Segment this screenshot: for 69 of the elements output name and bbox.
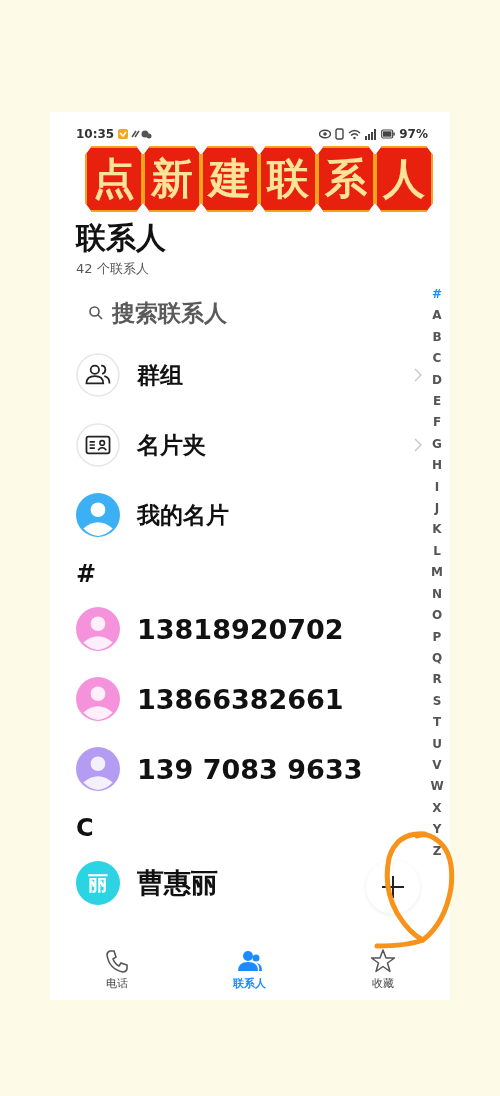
index-letter[interactable]: Q [431, 647, 443, 670]
wifi-icon [348, 128, 362, 140]
battery-icon [381, 128, 396, 140]
shortcut-label: 名片夹 [137, 430, 207, 460]
status-time: 10:35 [76, 127, 115, 141]
contact-name: 13818920702 [137, 613, 344, 645]
avatar-icon [76, 493, 120, 537]
index-letter[interactable]: B [432, 326, 442, 349]
shortcut-label: 群组 [137, 360, 184, 390]
shortcut-row[interactable]: 群组 [76, 340, 424, 410]
index-letter[interactable]: P [432, 626, 442, 648]
index-letter[interactable]: E [432, 391, 442, 413]
contact-name: 139 7083 9633 [137, 753, 363, 785]
index-letter[interactable]: A [432, 305, 442, 327]
banner-tile: 联 [259, 146, 317, 212]
index-letter[interactable]: J [434, 498, 440, 520]
index-letter[interactable]: M [431, 562, 443, 584]
contact-row[interactable]: 丽 曹惠丽 [76, 848, 424, 918]
signal-icon [365, 128, 378, 140]
banner-tile: 人 [375, 146, 433, 212]
shortcut-row[interactable]: 名片夹 [76, 410, 424, 480]
index-letter[interactable]: K [432, 519, 442, 541]
index-letter[interactable]: W [430, 776, 444, 798]
section-header: # [76, 559, 98, 590]
shortcut-label: 我的名片 [137, 500, 230, 530]
index-letter[interactable]: Z [432, 840, 442, 862]
nav-tab[interactable]: 收藏 [316, 942, 450, 996]
plus-icon [381, 875, 405, 899]
index-letter[interactable]: Y [432, 819, 442, 841]
index-letter[interactable]: V [432, 754, 442, 777]
contact-row[interactable]: 13818920702 [76, 594, 424, 664]
index-letter[interactable]: D [432, 369, 442, 392]
index-letter[interactable]: O [431, 605, 443, 627]
contact-name: 曹惠丽 [137, 866, 218, 900]
eye-icon [319, 128, 332, 140]
index-letter[interactable]: C [432, 348, 442, 370]
index-letter[interactable]: X [432, 797, 442, 820]
add-button[interactable] [366, 860, 420, 914]
contact-count: 42 个联系人 [76, 260, 150, 278]
index-letter[interactable]: F [432, 412, 442, 434]
notification-icons [118, 128, 153, 140]
index-letter[interactable]: L [433, 540, 441, 563]
star-icon [370, 947, 397, 974]
index-letter[interactable]: U [432, 733, 442, 755]
nav-tab[interactable]: 电话 [50, 942, 184, 996]
contact-name: 13866382661 [137, 683, 344, 715]
index-letter[interactable]: R [432, 669, 442, 691]
battery-level: 97% [399, 127, 428, 141]
page-title: 联系人 [76, 219, 167, 257]
banner-tile: 建 [201, 146, 259, 212]
id-card-icon [76, 423, 120, 467]
banner-tile: 点 [85, 146, 143, 212]
index-letter[interactable]: T [432, 712, 442, 734]
banner-tile: 新 [143, 146, 201, 212]
group-icon [76, 353, 120, 397]
index-letter[interactable]: H [431, 455, 442, 477]
index-letter[interactable]: S [432, 690, 442, 713]
section-header: C [76, 813, 95, 844]
index-letter[interactable]: N [431, 583, 442, 606]
search-field[interactable]: 搜索联系人 [112, 300, 352, 326]
contact-row[interactable]: 13866382661 [76, 664, 424, 734]
contact-avatar: 丽 [76, 861, 120, 905]
shortcut-row[interactable]: 我的名片 [76, 480, 424, 550]
index-letter[interactable]: I [434, 476, 440, 499]
search-icon [88, 305, 104, 321]
phone-icon [103, 947, 130, 974]
index-letter[interactable]: G [432, 433, 442, 456]
contact-row[interactable]: 139 7083 9633 [76, 734, 424, 804]
banner-tile: 系 [317, 146, 375, 212]
